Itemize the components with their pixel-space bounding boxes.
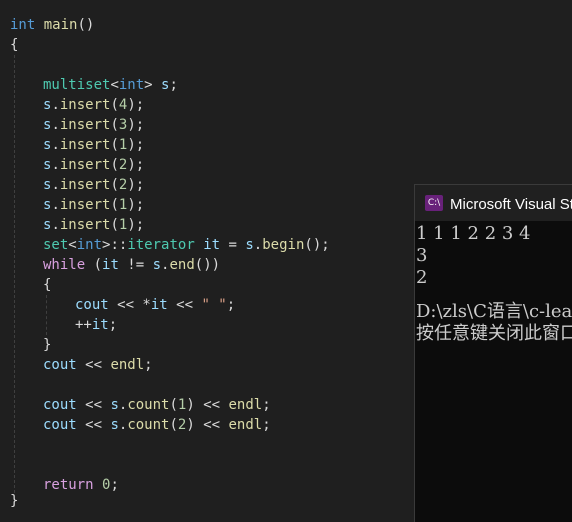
- code-line[interactable]: s.insert(2);: [43, 155, 144, 175]
- indent-guide: [46, 295, 47, 335]
- console-output-line: 按任意键关闭此窗口. . .: [416, 323, 572, 344]
- console-output-line: 1 1 1 2 2 3 4: [416, 223, 531, 244]
- code-line[interactable]: {: [43, 275, 51, 295]
- console-titlebar[interactable]: C:\ Microsoft Visual Studio 调试控制台: [415, 185, 572, 221]
- console-output-line: D:\zls\C语言\c-learning: [416, 301, 572, 322]
- code-line[interactable]: return 0;: [43, 475, 119, 495]
- code-line[interactable]: set<int>::iterator it = s.begin();: [43, 235, 330, 255]
- code-line[interactable]: cout << *it << " ";: [75, 295, 235, 315]
- console-output-line: 3: [416, 245, 428, 266]
- debug-console-window[interactable]: C:\ Microsoft Visual Studio 调试控制台 1 1 1 …: [414, 184, 572, 522]
- code-line[interactable]: s.insert(1);: [43, 135, 144, 155]
- code-line[interactable]: {: [10, 35, 18, 55]
- console-app-icon: C:\: [425, 195, 443, 211]
- console-output-line: 2: [416, 267, 428, 288]
- code-line[interactable]: s.insert(2);: [43, 175, 144, 195]
- code-line[interactable]: }: [10, 491, 18, 511]
- code-line[interactable]: s.insert(3);: [43, 115, 144, 135]
- indent-guide: [14, 55, 15, 493]
- code-line[interactable]: cout << s.count(2) << endl;: [43, 415, 271, 435]
- code-line[interactable]: ++it;: [75, 315, 117, 335]
- code-line[interactable]: s.insert(1);: [43, 215, 144, 235]
- console-title: Microsoft Visual Studio 调试控制台: [450, 196, 572, 213]
- code-line[interactable]: while (it != s.end()): [43, 255, 220, 275]
- code-line[interactable]: }: [43, 335, 51, 355]
- code-line[interactable]: s.insert(4);: [43, 95, 144, 115]
- code-line[interactable]: s.insert(1);: [43, 195, 144, 215]
- code-line[interactable]: cout << endl;: [43, 355, 153, 375]
- code-line[interactable]: cout << s.count(1) << endl;: [43, 395, 271, 415]
- code-line[interactable]: multiset<int> s;: [43, 75, 178, 95]
- code-line[interactable]: int main(): [10, 15, 94, 35]
